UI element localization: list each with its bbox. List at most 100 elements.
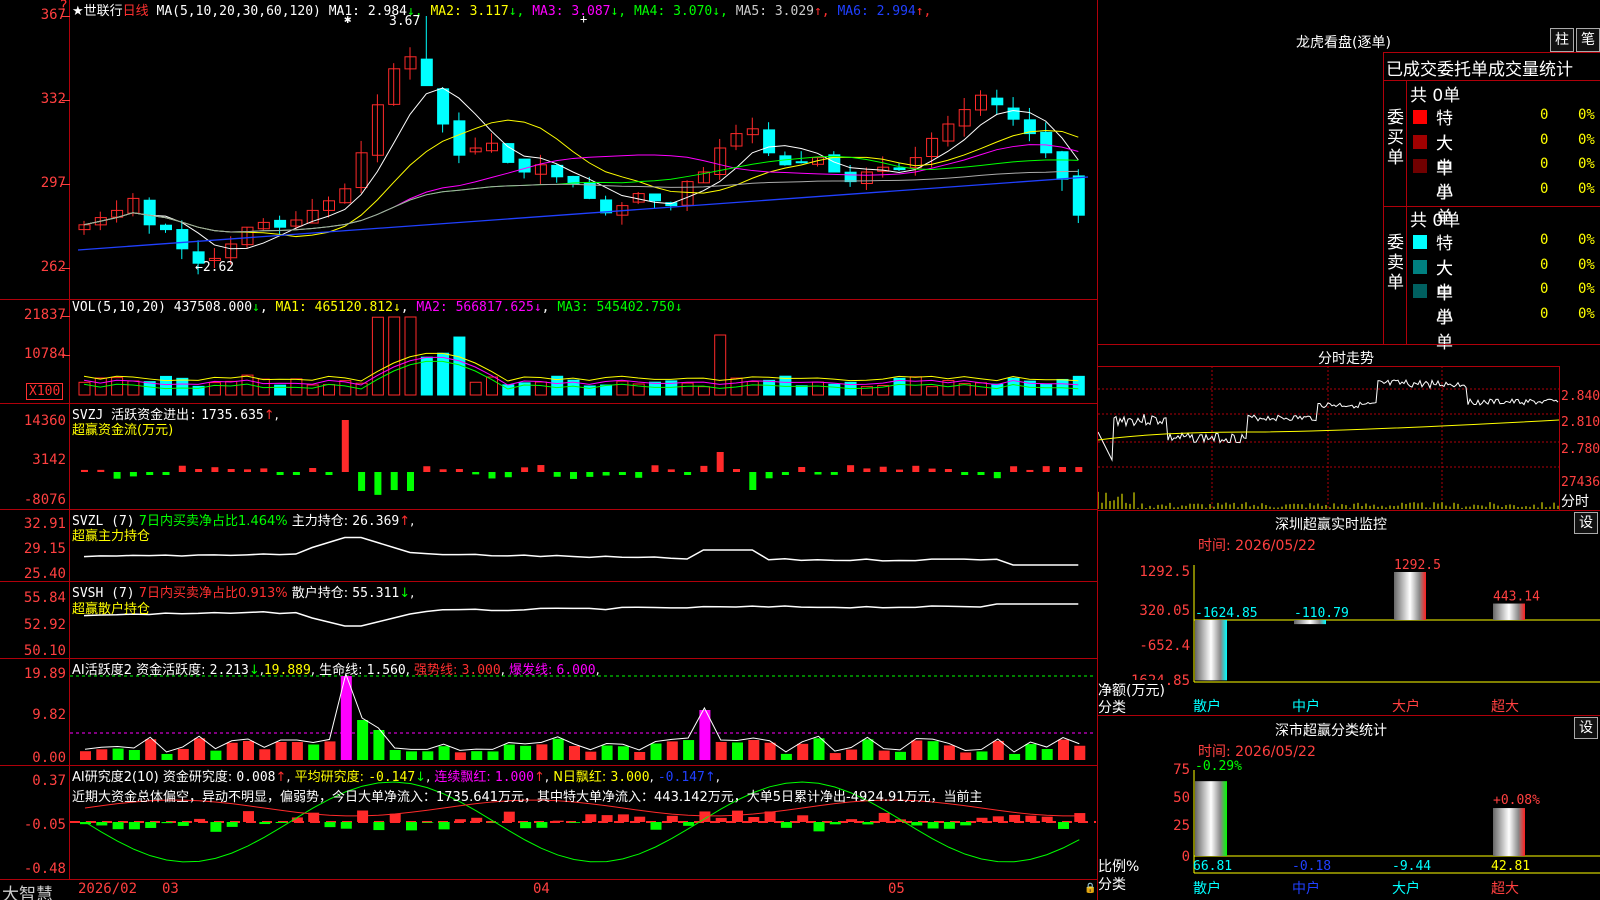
- svzl-ratio: 7日内买卖净占比1.464%: [138, 514, 288, 529]
- ma-value-6: MA6: 2.994: [829, 4, 916, 19]
- activity-bar: [1058, 739, 1069, 760]
- volume-bar: [681, 382, 694, 396]
- fund-flow-bar: [700, 465, 708, 472]
- fund-flow-bar: [667, 469, 675, 472]
- svzl-subtitle: 超赢主力持仓: [72, 529, 151, 544]
- lock-icon[interactable]: 🔒: [1084, 883, 1096, 894]
- fund-flow-bar: [113, 472, 121, 479]
- fund-flow-bar: [830, 472, 838, 475]
- candle-body: [1056, 151, 1069, 180]
- research-bar: [829, 822, 841, 825]
- ai2-nred-label: N日飘红:: [553, 770, 607, 785]
- activity-bar: [1009, 753, 1021, 760]
- category-label: 超大: [1491, 699, 1519, 715]
- activity-bar: [813, 738, 825, 760]
- candle-body: [160, 224, 172, 231]
- monitor-tick: -652.4: [1139, 638, 1190, 654]
- volume-bar: [274, 384, 287, 396]
- y-tick: 14360: [23, 413, 66, 429]
- y-tick: 332: [40, 91, 66, 107]
- ai2-header: AI研究度2(10) 资金研究度: 0.008↑, 平均研究度: -0.147↓…: [72, 770, 720, 785]
- activity-bar: [503, 744, 515, 760]
- fund-flow-bar: [390, 472, 398, 491]
- candle-body: [420, 58, 433, 87]
- y-tick: 367: [40, 7, 66, 23]
- fund-flow-bar: [781, 472, 789, 475]
- fund-flow-bar: [227, 469, 235, 472]
- volume-bar: [926, 386, 939, 396]
- fund-flow-bar: [309, 468, 317, 472]
- volume-bar: [1040, 383, 1053, 396]
- y-tick: 19.89: [23, 666, 66, 682]
- fund-flow-bar: [570, 472, 577, 479]
- date-label: 05: [888, 881, 905, 897]
- volume-bar: [323, 384, 335, 396]
- fund-flow-bar: [765, 472, 773, 479]
- fund-flow-bar: [863, 468, 871, 472]
- candle-body: [600, 199, 613, 214]
- research-bar: [210, 822, 222, 832]
- volume-bar: [127, 380, 140, 396]
- fund-flow-bar: [407, 472, 414, 491]
- activity-bar: [536, 744, 548, 760]
- period-label[interactable]: 日线: [123, 4, 149, 19]
- vol-value: 437508.000: [173, 300, 253, 315]
- stat-time: 时间: 2026/05/22: [1198, 744, 1316, 760]
- monitor-settings-button[interactable]: 设: [1574, 512, 1598, 534]
- research-bar: [585, 814, 597, 822]
- star-marker: ✱: [344, 12, 352, 26]
- candle-body: [1007, 107, 1020, 120]
- vol-ma-line: [83, 352, 1079, 382]
- y-tick: 10784: [23, 346, 66, 362]
- ai2-avg-label: 平均研究度:: [294, 770, 365, 785]
- y-tick: -8076: [23, 492, 66, 508]
- fund-flow-bar: [358, 472, 366, 491]
- candle-body: [991, 97, 1004, 106]
- ai2-red-label: 连续飘红:: [434, 770, 491, 785]
- research-bar: [992, 816, 1004, 822]
- activity-bar: [438, 746, 450, 760]
- vol-unit-badge[interactable]: X100: [26, 383, 64, 400]
- stock-name[interactable]: ★世联行: [72, 4, 123, 19]
- fund-flow-bar: [472, 472, 480, 475]
- activity-bar: [715, 741, 727, 760]
- fund-flow-bar: [993, 472, 1001, 479]
- volume-bar: [828, 383, 841, 396]
- candle-body: [176, 229, 189, 250]
- fund-flow-bar: [1075, 467, 1083, 472]
- volume-bar: [306, 384, 319, 396]
- fund-flow-bar: [1059, 467, 1066, 472]
- monitor-tick: 320.05: [1139, 603, 1190, 619]
- fund-flow-bar: [749, 472, 757, 490]
- activity-bar: [1074, 745, 1086, 760]
- category-label: 散户: [1193, 880, 1221, 897]
- fund-flow-bar: [129, 472, 137, 477]
- activity-bar: [128, 750, 140, 760]
- research-bar: [1058, 822, 1069, 829]
- ma-line: [83, 155, 1079, 233]
- fund-flow-bar: [618, 472, 626, 475]
- stat-value-label: -9.44: [1392, 859, 1431, 874]
- stat-title: 深市超赢分类统计: [1275, 723, 1387, 739]
- volume-bar: [371, 316, 384, 396]
- y-tick: 262: [40, 259, 66, 275]
- svzj-value: 1735.635: [201, 408, 264, 423]
- fund-flow-bar: [977, 472, 985, 475]
- volume-bar: [975, 382, 987, 396]
- candle-body: [844, 171, 857, 183]
- right-panel: 龙虎看盘(逐单) 柱 笔 已成交委托单成交量统计 委买单 委卖单 共 0单 共 …: [1098, 0, 1600, 900]
- activity-bar: [275, 741, 287, 760]
- research-bar: [1025, 815, 1037, 822]
- svzl-value: 26.369: [352, 514, 400, 529]
- activity-bar: [992, 740, 1004, 760]
- fund-flow-bar: [814, 472, 822, 475]
- kline-chart-area[interactable]: ★世联行日线 MA(5,10,20,30,60,120) MA1: 2.984↓…: [0, 0, 1098, 900]
- activity-bar: [96, 749, 108, 760]
- research-bar: [145, 822, 157, 828]
- stat-settings-button[interactable]: 设: [1574, 717, 1598, 739]
- activity-bar: [601, 745, 613, 760]
- research-bar: [1009, 814, 1021, 822]
- volume-bar: [1056, 378, 1069, 396]
- intraday-price-line: [1098, 379, 1559, 462]
- research-bar: [732, 810, 743, 822]
